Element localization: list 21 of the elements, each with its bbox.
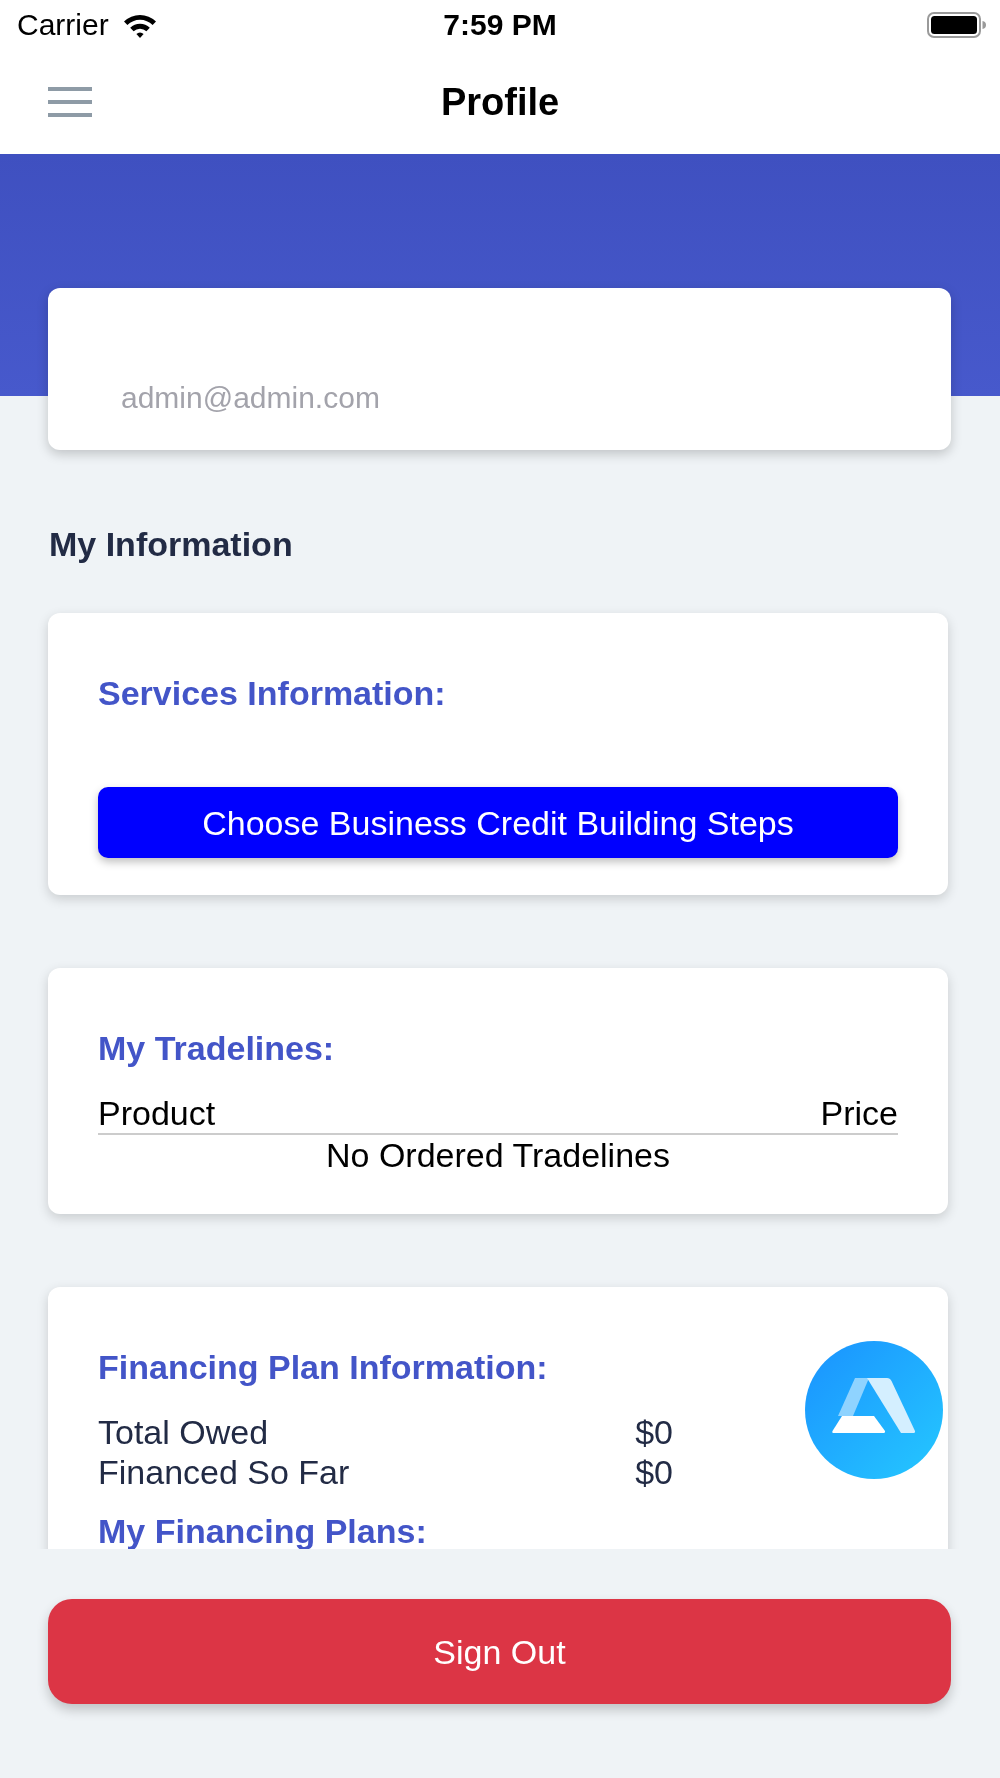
row-label: Financed So Far (98, 1452, 350, 1492)
row-label: Total Owed (98, 1412, 269, 1452)
row-value: $0 (635, 1412, 673, 1452)
section-heading: My Tradelines: (98, 1028, 335, 1068)
choose-steps-button[interactable]: Choose Business Credit Building Steps (98, 787, 898, 858)
empty-message: No Ordered Tradelines (326, 1135, 670, 1175)
section-heading: Services Information: (98, 673, 446, 713)
wifi-icon (122, 12, 157, 38)
page-title: Profile (440, 80, 560, 124)
section-heading: Financing Plan Information: (98, 1347, 548, 1387)
battery-icon (927, 12, 987, 38)
clock-time: 7:59 PM (443, 7, 557, 43)
menu-icon[interactable] (48, 87, 92, 117)
email-text: admin@admin.com (121, 380, 380, 416)
logo-icon[interactable] (805, 1341, 943, 1479)
column-header: Product (98, 1093, 216, 1133)
sign-out-button[interactable]: Sign Out (48, 1599, 951, 1704)
column-header: Price (820, 1093, 898, 1133)
section-title: My Information (49, 524, 293, 564)
row-value: $0 (635, 1452, 673, 1492)
carrier-label: Carrier (17, 7, 109, 43)
